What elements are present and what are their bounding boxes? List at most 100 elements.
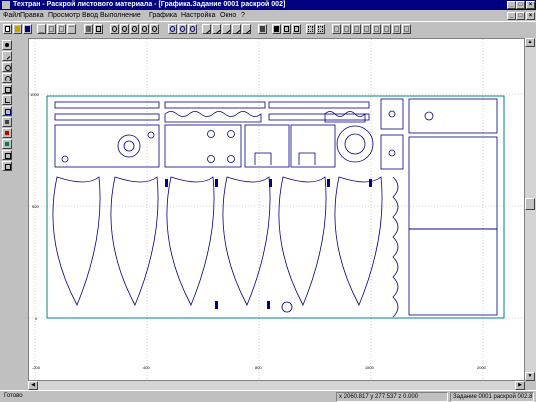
cut-icon[interactable] <box>37 24 46 34</box>
copy-icon[interactable] <box>47 24 56 34</box>
part-plate[interactable] <box>290 124 336 168</box>
zoom-prev-icon[interactable] <box>150 24 159 34</box>
save-icon[interactable] <box>23 24 32 34</box>
arc-tool-icon[interactable] <box>212 24 221 34</box>
part-plate[interactable] <box>54 124 160 168</box>
part-sector[interactable] <box>222 176 271 306</box>
zoom-all-icon[interactable] <box>140 24 149 34</box>
report-icon[interactable] <box>382 24 391 34</box>
child-restore-button[interactable]: □ <box>516 12 525 20</box>
minimize-button[interactable]: _ <box>507 1 516 9</box>
undo-icon[interactable] <box>67 24 76 34</box>
part-strip[interactable] <box>268 113 370 121</box>
zoom-window-icon[interactable] <box>110 24 119 34</box>
refresh-icon[interactable] <box>402 24 411 34</box>
preview-icon[interactable] <box>94 24 103 34</box>
part-wavy-edge[interactable] <box>392 176 399 318</box>
part-plate-right[interactable] <box>408 98 498 134</box>
part-disc[interactable] <box>336 125 374 163</box>
part-strip[interactable] <box>268 101 370 109</box>
menu-graphics[interactable]: Графика <box>149 11 177 20</box>
part-plate-right[interactable] <box>408 136 498 230</box>
move-icon[interactable] <box>258 24 267 34</box>
options-icon[interactable] <box>352 24 361 34</box>
new-icon[interactable] <box>3 24 12 34</box>
grid-icon[interactable] <box>306 24 315 34</box>
part-wavy-strip[interactable] <box>324 111 366 123</box>
snap-icon[interactable] <box>316 24 325 34</box>
tool-icon[interactable] <box>2 161 12 171</box>
properties-icon[interactable] <box>342 24 351 34</box>
part-sector[interactable] <box>278 176 327 306</box>
drawing-canvas[interactable]: 1000 500 0 -200 400 800 1500 2000 <box>28 38 525 381</box>
part-sector[interactable] <box>166 176 215 306</box>
left-toolbar <box>0 38 14 390</box>
line-tool-icon[interactable] <box>202 24 211 34</box>
layer-icon[interactable] <box>332 24 341 34</box>
point-icon[interactable] <box>2 40 12 50</box>
scroll-down-button[interactable]: ▼ <box>525 372 535 381</box>
polyline-tool-icon[interactable] <box>222 24 231 34</box>
polyline-icon[interactable] <box>2 95 12 105</box>
menu-view[interactable]: Просмотр <box>48 11 80 20</box>
line-icon[interactable] <box>2 51 12 61</box>
vertical-scrollbar[interactable]: ▲ ▼ <box>525 38 536 381</box>
text-icon[interactable] <box>2 117 12 127</box>
part-small[interactable] <box>380 98 404 130</box>
contour-icon[interactable] <box>2 106 12 116</box>
pan-icon[interactable] <box>178 24 187 34</box>
paste-icon[interactable] <box>57 24 66 34</box>
print-icon[interactable] <box>84 24 93 34</box>
copy-part-icon[interactable] <box>282 24 291 34</box>
horizontal-scrollbar[interactable]: ◀ ▶ <box>28 381 525 390</box>
part-strip[interactable] <box>164 101 266 109</box>
part-bracket[interactable] <box>254 152 272 165</box>
part-icon[interactable] <box>2 150 12 160</box>
scroll-left-button[interactable]: ◀ <box>28 381 38 390</box>
nest-icon[interactable] <box>372 24 381 34</box>
color-icon[interactable] <box>2 139 12 149</box>
zoom-out-icon[interactable] <box>130 24 139 34</box>
measure-icon[interactable] <box>188 24 197 34</box>
part-strip[interactable] <box>54 101 160 109</box>
menu-settings[interactable]: Настройка <box>181 11 215 20</box>
rotate-icon[interactable] <box>242 24 251 34</box>
menu-window[interactable]: Окно <box>220 11 236 20</box>
part-strip[interactable] <box>54 113 160 121</box>
part-sector[interactable] <box>334 176 383 306</box>
menu-help[interactable]: ? <box>241 11 245 20</box>
zoom-in-icon[interactable] <box>120 24 129 34</box>
close-button[interactable]: × <box>526 1 535 9</box>
cut-tool-icon[interactable] <box>2 128 12 138</box>
scroll-right-button[interactable]: ▶ <box>515 381 525 390</box>
rect-icon[interactable] <box>2 84 12 94</box>
child-close-button[interactable]: × <box>526 12 535 20</box>
child-minimize-button[interactable]: _ <box>507 12 516 20</box>
open-icon[interactable] <box>13 24 22 34</box>
app-icon[interactable] <box>2 1 10 9</box>
part-bracket[interactable] <box>298 152 316 165</box>
vertical-scroll-thumb[interactable] <box>525 198 535 210</box>
scroll-up-button[interactable]: ▲ <box>525 38 535 47</box>
circle-icon[interactable] <box>2 62 12 72</box>
mirror-icon[interactable] <box>272 24 281 34</box>
part-wavy-strip[interactable] <box>164 111 262 123</box>
menu-file[interactable]: Файл <box>3 11 20 20</box>
zoom-fit-icon[interactable] <box>168 24 177 34</box>
menu-execute[interactable]: Выполнение <box>100 11 141 20</box>
part-plate[interactable] <box>164 124 242 168</box>
sheet-outline[interactable] <box>46 95 505 319</box>
menu-edit[interactable]: Правка <box>20 11 44 20</box>
export-icon[interactable] <box>392 24 401 34</box>
array-icon[interactable] <box>292 24 301 34</box>
part-small[interactable] <box>380 134 404 170</box>
part-sector[interactable] <box>52 176 101 306</box>
select-icon[interactable] <box>232 24 241 34</box>
sheet-icon[interactable] <box>362 24 371 34</box>
arc-icon[interactable] <box>2 73 12 83</box>
menu-input[interactable]: Ввод <box>82 11 98 20</box>
maximize-button[interactable]: □ <box>516 1 525 9</box>
part-plate[interactable] <box>244 124 290 168</box>
part-plate-right[interactable] <box>408 228 498 316</box>
part-sector[interactable] <box>110 176 159 306</box>
